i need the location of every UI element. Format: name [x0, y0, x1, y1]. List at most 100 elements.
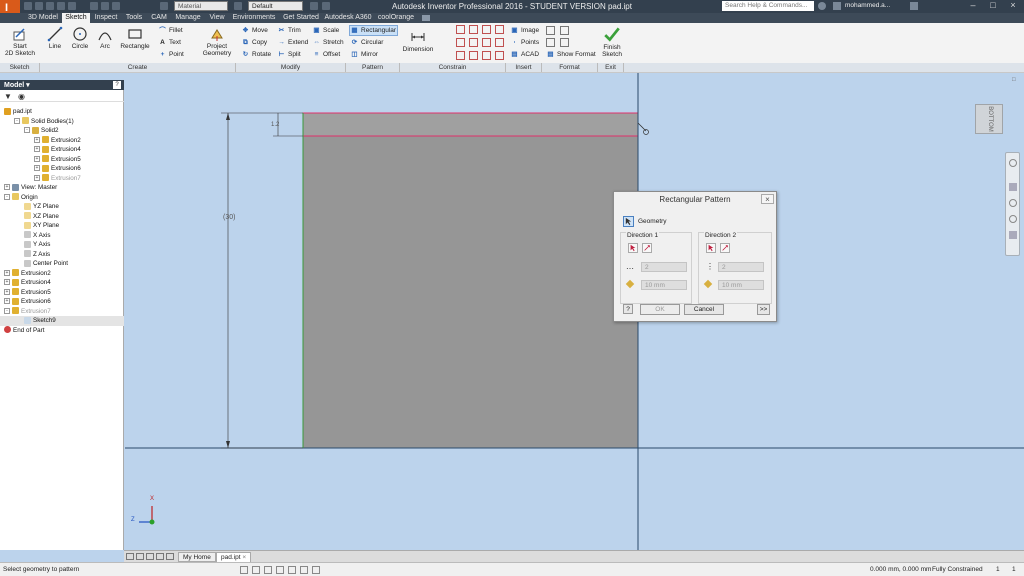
orbit-icon[interactable]: [1009, 215, 1017, 223]
vertical-constraint-icon[interactable]: [495, 38, 504, 47]
tree-item[interactable]: + Extrusion5: [0, 155, 124, 165]
tab-view[interactable]: View: [206, 13, 228, 23]
tree-item[interactable]: Z Axis: [0, 250, 124, 260]
tile-vertical-icon[interactable]: [136, 553, 144, 560]
browser-help-icon[interactable]: ?: [113, 81, 121, 89]
minimize-button[interactable]: –: [966, 0, 980, 11]
smooth-constraint-icon[interactable]: [469, 51, 478, 60]
split-button[interactable]: ⊢ Split: [277, 50, 301, 60]
count1-field[interactable]: 2: [641, 262, 687, 272]
tree-item[interactable]: XZ Plane: [0, 212, 124, 222]
ortho-icon[interactable]: [264, 566, 272, 574]
expand-icon[interactable]: +: [34, 174, 40, 181]
tree-item[interactable]: XY Plane: [0, 221, 124, 231]
coincident-constraint-icon[interactable]: [456, 25, 465, 34]
tree-item[interactable]: X Axis: [0, 231, 124, 241]
dialog-help-button[interactable]: ?: [623, 304, 633, 314]
extend-button[interactable]: → Extend: [277, 38, 308, 48]
insert-acad-button[interactable]: ▤ ACAD: [510, 50, 539, 60]
lineweight-icon[interactable]: [312, 566, 320, 574]
tree-item[interactable]: Y Axis: [0, 240, 124, 250]
collapse-icon[interactable]: -: [4, 307, 10, 314]
direction1-path-button[interactable]: [628, 243, 638, 253]
expand-icon[interactable]: +: [4, 288, 10, 295]
browser-header[interactable]: Model ▾: [0, 80, 124, 90]
tab-inspect[interactable]: Inspect: [92, 13, 120, 23]
tab-options-icon[interactable]: [422, 15, 430, 21]
document-list-icon[interactable]: [166, 553, 174, 560]
group-create[interactable]: Create: [40, 63, 236, 72]
expand-icon[interactable]: +: [4, 279, 10, 286]
sketch-viewport[interactable]: [125, 73, 1024, 550]
user-name[interactable]: mohammed.a...: [845, 2, 890, 9]
expand-icon[interactable]: +: [4, 184, 10, 191]
dialog-close-button[interactable]: ×: [761, 194, 774, 204]
graphics-canvas[interactable]: (30) 1.2 X Z BOTTOM □: [125, 73, 1024, 550]
polar-icon[interactable]: [276, 566, 284, 574]
look-at-icon[interactable]: [1009, 231, 1017, 239]
group-format[interactable]: Format: [542, 63, 598, 72]
cascade-icon[interactable]: [146, 553, 154, 560]
offset-button[interactable]: ≡ Offset: [312, 50, 341, 60]
maximize-button[interactable]: □: [986, 0, 1000, 11]
equal-constraint-icon[interactable]: [495, 51, 504, 60]
tree-item[interactable]: - Solid2: [0, 126, 124, 136]
center-point-format-icon[interactable]: [546, 38, 555, 47]
tree-item[interactable]: - Origin: [0, 193, 124, 203]
stretch-button[interactable]: ⇔ Stretch: [312, 38, 343, 48]
close-window-button[interactable]: ×: [1006, 0, 1020, 11]
scale-button[interactable]: ▣ Scale: [312, 26, 339, 36]
find-icon[interactable]: ◉: [18, 92, 25, 101]
copy-button[interactable]: ⧉ Copy: [241, 38, 267, 48]
insert-points-button[interactable]: ⋅ Points: [510, 38, 539, 48]
tab-get-started[interactable]: Get Started: [280, 13, 322, 23]
dimension-button[interactable]: Dimension: [402, 29, 434, 53]
more-options-button[interactable]: >>: [757, 304, 770, 315]
zoom-icon[interactable]: [1009, 199, 1017, 207]
tab-manage[interactable]: Manage: [172, 13, 204, 23]
tile-horizontal-icon[interactable]: [126, 553, 134, 560]
show-format-button[interactable]: ▤ Show Format: [546, 50, 595, 60]
expand-icon[interactable]: +: [4, 269, 10, 276]
help-icon[interactable]: [910, 2, 918, 10]
tree-item[interactable]: YZ Plane: [0, 202, 124, 212]
tangent-constraint-icon[interactable]: [456, 51, 465, 60]
tab-environments[interactable]: Environments: [230, 13, 278, 23]
doc-tab-pad[interactable]: pad.ipt ×: [216, 552, 252, 562]
pan-icon[interactable]: [1009, 183, 1017, 191]
text-button[interactable]: A Text: [158, 38, 181, 48]
collapse-icon[interactable]: -: [14, 117, 20, 124]
construction-icon[interactable]: [546, 26, 555, 35]
tab-autodesk-a360[interactable]: Autodesk A360: [324, 13, 372, 23]
osnap-icon[interactable]: [288, 566, 296, 574]
arc-button[interactable]: Arc: [94, 26, 116, 50]
view-cube[interactable]: BOTTOM: [975, 104, 1003, 134]
steering-wheel-icon[interactable]: [1009, 159, 1017, 167]
snap-icon[interactable]: [240, 566, 248, 574]
tree-item[interactable]: + Extrusion7: [0, 174, 124, 184]
direction2-flip-button[interactable]: [720, 243, 730, 253]
close-tab-icon[interactable]: ×: [242, 554, 246, 561]
rectangle-button[interactable]: Rectangle: [118, 26, 152, 50]
direction1-flip-button[interactable]: [642, 243, 652, 253]
mirror-button[interactable]: ◫ Mirror: [350, 50, 378, 60]
fix-constraint-icon[interactable]: [495, 25, 504, 34]
restore-viewport-icon[interactable]: □: [1012, 77, 1022, 83]
rotate-button[interactable]: ↻ Rotate: [241, 50, 271, 60]
circular-pattern-button[interactable]: ⟳ Circular: [350, 38, 384, 48]
line-button[interactable]: Line: [44, 26, 66, 50]
otrack-icon[interactable]: [300, 566, 308, 574]
tab-cam[interactable]: CAM: [148, 13, 170, 23]
parallel-constraint-icon[interactable]: [456, 38, 465, 47]
trim-button[interactable]: ✂ Trim: [277, 26, 301, 36]
ok-button[interactable]: OK: [640, 304, 680, 315]
horizontal-constraint-icon[interactable]: [482, 38, 491, 47]
small-dimension-text[interactable]: 1.2: [271, 122, 279, 128]
tab-tools[interactable]: Tools: [122, 13, 146, 23]
insert-image-button[interactable]: ▣ Image: [510, 26, 539, 36]
expand-icon[interactable]: +: [4, 298, 10, 305]
cancel-button[interactable]: Cancel: [684, 304, 724, 315]
collapse-icon[interactable]: -: [4, 193, 10, 200]
move-button[interactable]: ✥ Move: [241, 26, 268, 36]
tree-item[interactable]: + Extrusion6: [0, 297, 124, 307]
